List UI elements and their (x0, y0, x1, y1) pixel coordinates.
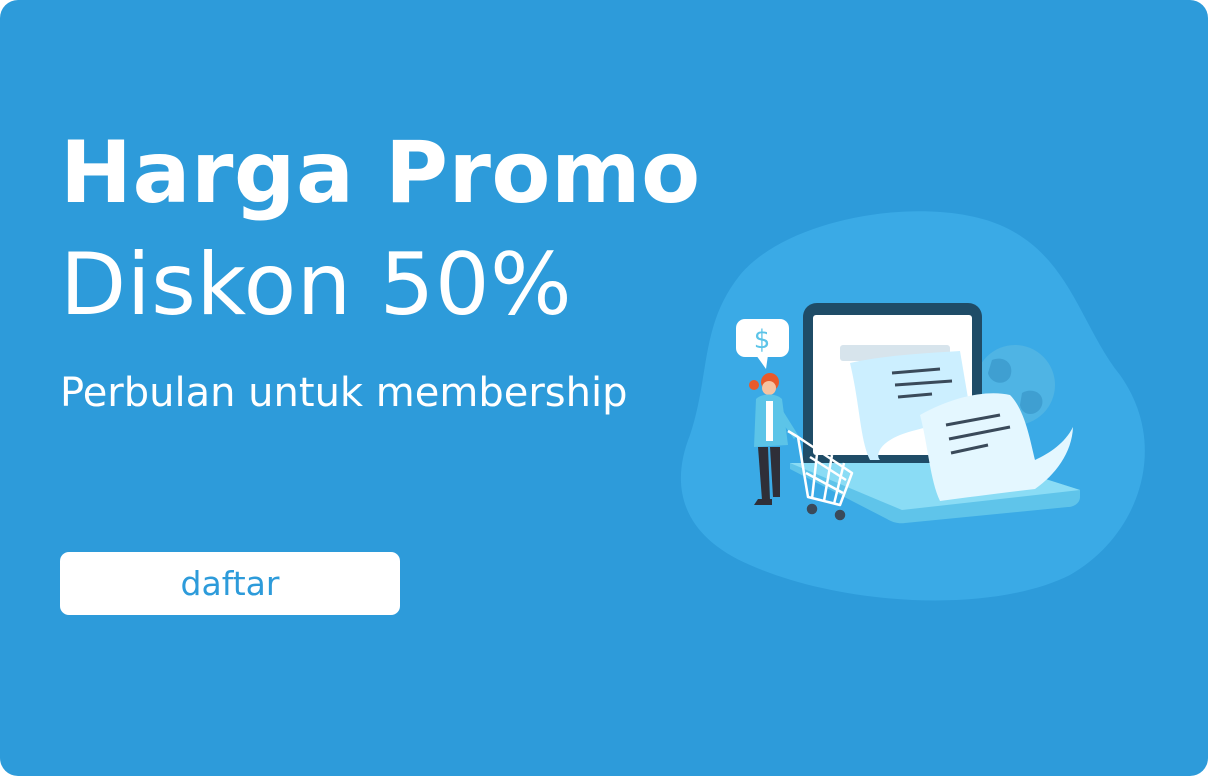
promo-text: Harga Promo Diskon 50% Perbulan untuk me… (60, 128, 701, 415)
online-shopping-illustration: $ (680, 211, 1145, 601)
register-button[interactable]: daftar (60, 552, 400, 615)
svg-text:$: $ (754, 325, 771, 355)
discount-headline: Diskon 50% (60, 235, 573, 336)
promo-banner: Harga Promo Diskon 50% Perbulan untuk me… (0, 0, 1208, 776)
promo-headline: Harga Promo (60, 123, 701, 223)
promo-caption: Perbulan untuk membership (60, 369, 628, 416)
